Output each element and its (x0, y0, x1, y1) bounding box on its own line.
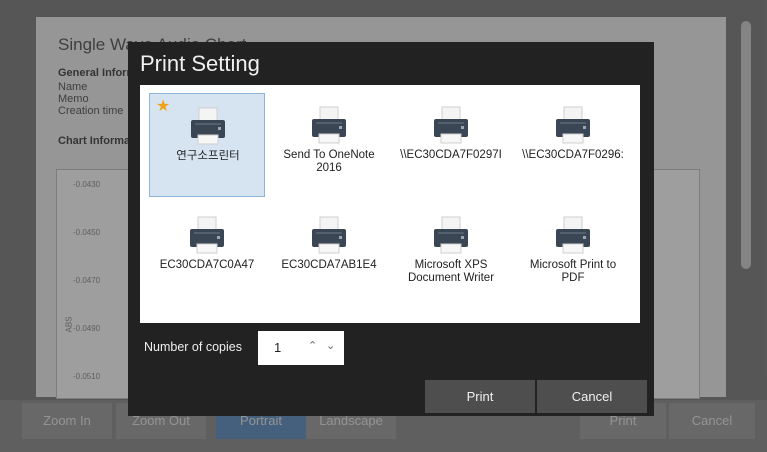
printer-tile-xps[interactable]: Microsoft XPS Document Writer (393, 203, 509, 307)
printer-icon (188, 215, 226, 255)
star-icon: ★ (156, 98, 171, 115)
printer-name: \\EC30CDA7F0297I (400, 149, 502, 161)
printer-tile-onenote[interactable]: Send To OneNote 2016 (271, 93, 387, 197)
printer-icon (310, 215, 348, 255)
printer-list: ★ 연구소프린터 Send To OneNote 2016 \\EC30CDA7… (140, 85, 640, 323)
copies-label: Number of copies (144, 340, 242, 354)
chevron-up-icon[interactable]: ⌃ (308, 339, 317, 352)
printer-tile-ec30-0297[interactable]: \\EC30CDA7F0297I (393, 93, 509, 197)
printer-name: \\EC30CDA7F0296: (522, 149, 624, 161)
printer-icon (554, 105, 592, 145)
printer-name: Send To OneNote 2016 (283, 149, 375, 174)
printer-name: 연구소프린터 (176, 150, 240, 162)
printer-icon (554, 215, 592, 255)
printer-name: EC30CDA7C0A47 (159, 259, 255, 271)
printer-tile-lab-printer[interactable]: ★ 연구소프린터 (149, 93, 265, 197)
printer-tile-pdf[interactable]: Microsoft Print to PDF (515, 203, 631, 307)
cancel-button[interactable]: Cancel (537, 380, 647, 413)
chevron-down-icon[interactable]: ⌄ (326, 339, 335, 352)
printer-tile-ec30-ab1e4[interactable]: EC30CDA7AB1E4 (271, 203, 387, 307)
copies-stepper[interactable]: 1 ⌃ ⌄ (258, 331, 344, 365)
dialog-title: Print Setting (140, 51, 260, 76)
printer-name: EC30CDA7AB1E4 (281, 259, 377, 271)
print-setting-dialog: Print Setting ★ 연구소프린터 Send To OneNote 2… (128, 42, 654, 416)
printer-icon (189, 106, 227, 146)
printer-icon (432, 105, 470, 145)
printer-name: Microsoft Print to PDF (529, 259, 617, 284)
copies-value[interactable]: 1 (274, 340, 281, 355)
printer-tile-ec30-c0a47[interactable]: EC30CDA7C0A47 (149, 203, 265, 307)
print-button[interactable]: Print (425, 380, 535, 413)
printer-icon (432, 215, 470, 255)
printer-icon (310, 105, 348, 145)
printer-name: Microsoft XPS Document Writer (407, 259, 495, 284)
printer-tile-ec30-0296[interactable]: \\EC30CDA7F0296: (515, 93, 631, 197)
